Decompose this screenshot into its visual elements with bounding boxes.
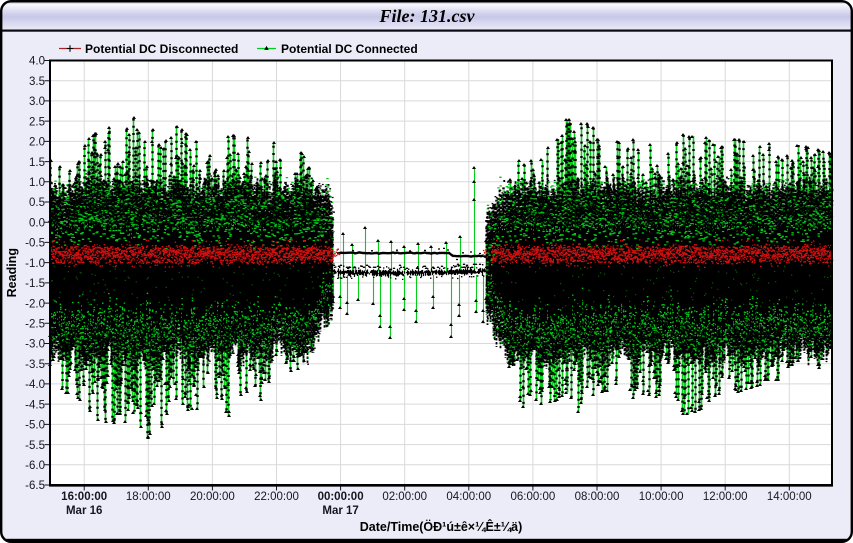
svg-text:2.0: 2.0 <box>29 137 45 149</box>
svg-text:-5.0: -5.0 <box>25 420 45 432</box>
svg-text:08:00:00: 08:00:00 <box>575 491 620 503</box>
svg-text:Reading: Reading <box>5 248 19 297</box>
svg-text:File: 131.csv: File: 131.csv <box>379 6 476 26</box>
svg-text:-1.5: -1.5 <box>25 278 45 290</box>
svg-text:20:00:00: 20:00:00 <box>190 491 235 503</box>
svg-text:0.5: 0.5 <box>29 197 45 209</box>
svg-text:-2.5: -2.5 <box>25 319 45 331</box>
svg-text:02:00:00: 02:00:00 <box>382 491 427 503</box>
svg-text:-6.5: -6.5 <box>25 480 45 492</box>
svg-text:-5.5: -5.5 <box>25 440 45 452</box>
svg-text:-4.5: -4.5 <box>25 399 45 411</box>
svg-text:Mar 17: Mar 17 <box>322 505 358 517</box>
svg-text:2.5: 2.5 <box>29 116 45 128</box>
svg-text:3.5: 3.5 <box>29 76 45 88</box>
svg-text:04:00:00: 04:00:00 <box>446 491 491 503</box>
svg-text:18:00:00: 18:00:00 <box>126 491 171 503</box>
svg-text:-1.0: -1.0 <box>25 258 45 270</box>
svg-text:3.0: 3.0 <box>29 96 45 108</box>
svg-text:-2.0: -2.0 <box>25 298 45 310</box>
svg-text:Date/Time(ÖÐ¹ú±ê×¼Ê±¼ä): Date/Time(ÖÐ¹ú±ê×¼Ê±¼ä) <box>360 519 523 534</box>
svg-text:0.0: 0.0 <box>29 217 45 229</box>
svg-text:1.0: 1.0 <box>29 177 45 189</box>
svg-text:06:00:00: 06:00:00 <box>511 491 556 503</box>
svg-text:Mar 16: Mar 16 <box>66 505 102 517</box>
svg-text:14:00:00: 14:00:00 <box>767 491 812 503</box>
svg-text:12:00:00: 12:00:00 <box>703 491 748 503</box>
svg-text:-3.0: -3.0 <box>25 339 45 351</box>
svg-text:-3.5: -3.5 <box>25 359 45 371</box>
svg-text:00:00:00: 00:00:00 <box>318 491 364 503</box>
svg-text:1.5: 1.5 <box>29 157 45 169</box>
svg-text:10:00:00: 10:00:00 <box>639 491 684 503</box>
svg-text:22:00:00: 22:00:00 <box>254 491 299 503</box>
svg-text:4.0: 4.0 <box>29 56 45 68</box>
svg-text:-0.5: -0.5 <box>25 238 45 250</box>
svg-text:16:00:00: 16:00:00 <box>61 491 107 503</box>
svg-text:Potential DC Disconnected: Potential DC Disconnected <box>85 42 238 56</box>
svg-text:-4.0: -4.0 <box>25 379 45 391</box>
svg-text:Potential DC Connected: Potential DC Connected <box>281 42 418 56</box>
svg-text:-6.0: -6.0 <box>25 460 45 472</box>
